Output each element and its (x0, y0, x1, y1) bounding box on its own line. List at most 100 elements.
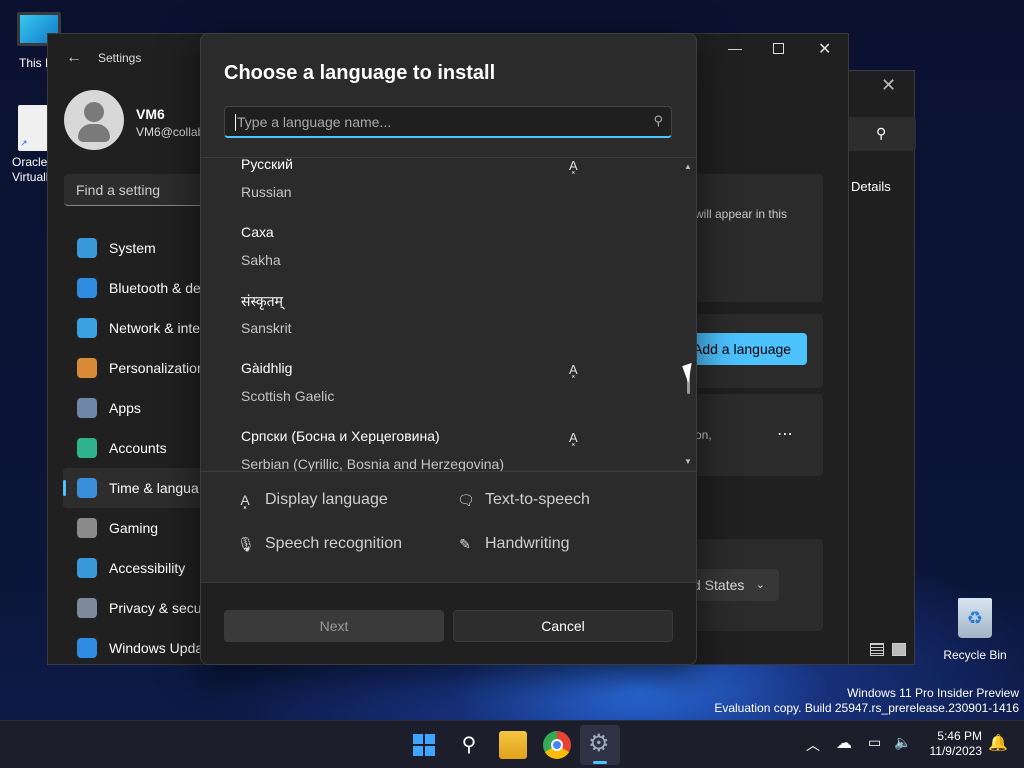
language-entry-text: on, (695, 428, 712, 442)
legend-handwriting-label: Handwriting (485, 535, 570, 552)
handwriting-icon: ✎ (459, 535, 471, 552)
more-options-icon[interactable]: ⋯ (777, 424, 793, 444)
sidebar-item[interactable]: Network & inte (63, 308, 223, 348)
close-window-icon[interactable]: ✕ (818, 39, 831, 59)
settings-taskbar-button[interactable]: ⚙ (580, 725, 620, 765)
language-search-input[interactable]: Type a language name... ⚲ (224, 106, 672, 138)
close-icon[interactable]: ✕ (881, 75, 896, 96)
find-setting-placeholder: Find a setting (76, 182, 161, 198)
add-language-label: Add a language (693, 341, 792, 357)
sidebar-item[interactable]: Windows Upda (63, 628, 223, 668)
start-windows-icon[interactable] (410, 731, 438, 759)
cancel-label: Cancel (541, 618, 585, 634)
sidebar-item[interactable]: System (63, 228, 223, 268)
sidebar-item[interactable]: Personalization (63, 348, 223, 388)
network-icon[interactable]: ▭ (868, 734, 881, 751)
sidebar-item-icon (77, 518, 97, 538)
sidebar-item[interactable]: Accounts (63, 428, 223, 468)
sidebar-item[interactable]: Apps (63, 388, 223, 428)
search-icon: ⚲ (653, 113, 663, 128)
sidebar-item-icon (77, 598, 97, 618)
maximize-icon[interactable] (773, 43, 784, 54)
text-to-speech-icon: 🗨 (457, 491, 475, 508)
recycle-bin-icon: ♻ (958, 598, 992, 638)
sidebar-item-icon (77, 318, 97, 338)
sidebar-item-icon (77, 238, 97, 258)
language-native-name: Русский (241, 158, 293, 172)
search-icon[interactable]: ⚲ (455, 731, 483, 759)
clock-date: 11/9/2023 (929, 744, 983, 758)
recycle-bin-desktop-icon[interactable]: ♻ Recycle Bin (940, 598, 1010, 662)
language-list-item[interactable]: संस्कृतम् Sanskrit (241, 292, 681, 360)
dialog-footer: Next Cancel (201, 582, 696, 664)
text-cursor (235, 114, 236, 131)
sidebar-item-label: Personalization (109, 360, 205, 376)
language-english-name: Sakha (241, 252, 281, 268)
sidebar-item-label: Gaming (109, 520, 159, 536)
user-name: VM6 (136, 106, 165, 122)
legend-tts-label: Text-to-speech (485, 491, 590, 508)
language-native-name: Саха (241, 224, 274, 240)
minimize-icon[interactable]: — (728, 40, 742, 56)
find-setting-input[interactable]: Find a setting (64, 174, 204, 206)
region-dropdown[interactable]: d States ⌄ (693, 569, 779, 601)
sidebar-item-label: System (109, 240, 156, 256)
notification-bell-icon[interactable]: 🔔 (988, 733, 1008, 753)
language-list-item[interactable]: Gàidhlig Scottish Gaelic A͓ (241, 360, 681, 428)
details-tab[interactable]: Details (851, 179, 891, 194)
chevron-up-icon[interactable]: ︿ (806, 735, 820, 755)
language-list-item[interactable]: Русский Russian A͓ (241, 158, 681, 224)
region-card: d States ⌄ (693, 539, 823, 631)
document-icon: ↗ (18, 105, 50, 151)
legend-handwriting: ✎ Handwriting (457, 535, 569, 553)
add-language-card: Add a language (693, 314, 823, 388)
sidebar-item-label: Time & langua (109, 480, 199, 496)
taskbar: ⚲ ⚙ ︿ ☁ ▭ 🔈 5:46 PM 11/9/2023 🔔 (0, 720, 1024, 768)
legend-display-language: A͓ Display language (237, 491, 388, 509)
language-search-placeholder: Type a language name... (237, 114, 392, 130)
microphone-icon: 🎙 (237, 535, 255, 552)
display-language-icon: A͓ (569, 158, 578, 173)
chevron-down-icon: ⌄ (755, 579, 765, 591)
settings-title: Settings (98, 51, 142, 65)
sidebar-item[interactable]: Privacy & secu (63, 588, 223, 628)
sidebar-item-label: Windows Upda (109, 640, 204, 656)
back-arrow-icon[interactable]: ← (66, 49, 82, 67)
language-list-item[interactable]: Српски (Босна и Херцеговина) Serbian (Cyr… (241, 428, 681, 471)
add-language-button[interactable]: Add a language (693, 333, 807, 365)
legend-display-label: Display language (265, 491, 388, 508)
region-value: d States (693, 577, 745, 593)
language-english-name: Sanskrit (241, 320, 292, 336)
file-explorer-icon[interactable] (499, 731, 527, 759)
language-native-name: Gàidhlig (241, 360, 293, 376)
next-button[interactable]: Next (224, 610, 444, 642)
sidebar-item[interactable]: Bluetooth & de (63, 268, 223, 308)
sidebar-item-icon (77, 558, 97, 578)
legend-text-to-speech: 🗨 Text-to-speech (457, 491, 590, 509)
language-native-name: Српски (Босна и Херцеговина) (241, 428, 440, 444)
sidebar-item[interactable]: Accessibility (63, 548, 223, 588)
search-box[interactable]: ⚲ (846, 117, 916, 151)
language-english-name: Serbian (Cyrillic, Bosnia and Herzegovin… (241, 456, 505, 471)
list-bottom-divider (201, 471, 696, 472)
sidebar-item-icon (77, 638, 97, 658)
tile-view-icon[interactable] (892, 643, 906, 656)
language-list-item[interactable]: Саха Sakha (241, 224, 681, 292)
sidebar-item[interactable]: Gaming (63, 508, 223, 548)
sidebar-item-icon (77, 278, 97, 298)
cloud-offline-icon[interactable]: ☁ (836, 733, 852, 753)
language-entry-card: on, ⋯ (693, 394, 823, 476)
clock[interactable]: 5:46 PM 11/9/2023 (920, 729, 983, 759)
volume-muted-icon[interactable]: 🔈 (894, 734, 911, 751)
scroll-up-arrow[interactable]: ▲ (684, 162, 692, 171)
user-email: VM6@collab (136, 125, 201, 139)
scroll-down-arrow[interactable]: ▼ (684, 457, 692, 466)
chrome-icon[interactable] (543, 731, 571, 759)
display-language-icon: A͓ (569, 430, 578, 445)
sidebar-item-icon (77, 358, 97, 378)
recycle-bin-label: Recycle Bin (943, 648, 1007, 662)
dialog-title: Choose a language to install (224, 62, 496, 84)
sidebar-item[interactable]: Time & langua (63, 468, 223, 508)
cancel-button[interactable]: Cancel (453, 610, 673, 642)
list-view-icon[interactable] (870, 643, 884, 656)
